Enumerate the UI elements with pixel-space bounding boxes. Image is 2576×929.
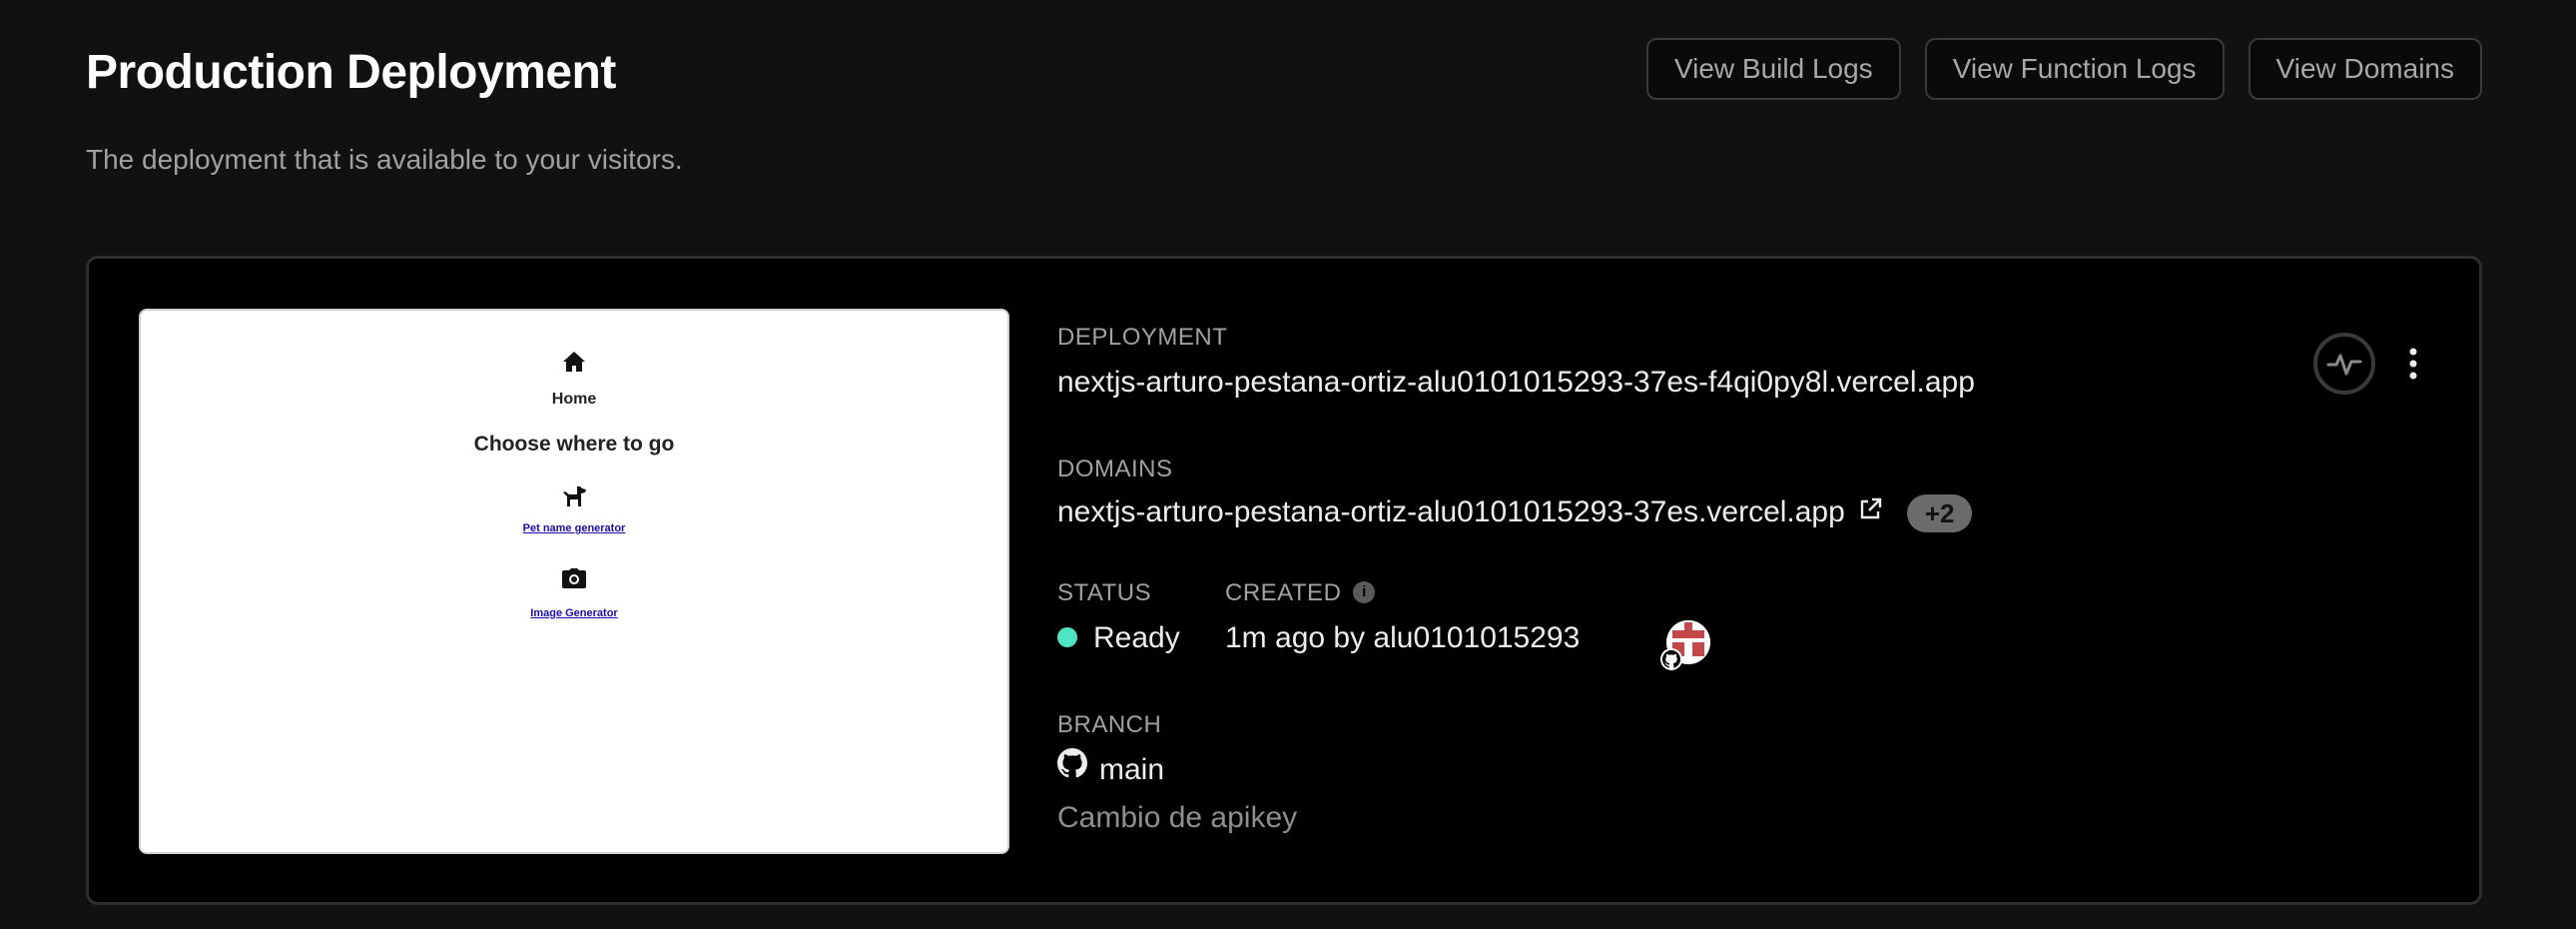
preview-heading: Choose where to go	[473, 433, 675, 456]
header-actions: View Build Logs View Function Logs View …	[1645, 38, 2482, 100]
status-dot	[1057, 627, 1077, 648]
camera-icon	[562, 568, 586, 593]
preview-home-label: Home	[551, 391, 597, 408]
info-icon[interactable]: i	[1353, 580, 1376, 603]
deployment-label: DEPLOYMENT	[1057, 324, 1228, 351]
more-options-icon[interactable]	[2403, 346, 2423, 387]
domains-label: DOMAINS	[1057, 456, 1173, 482]
deployment-info: DEPLOYMENT nextjs-arturo-pestana-ortiz-a…	[1057, 259, 2479, 902]
status-value-row: Ready	[1057, 618, 1180, 658]
commit-message[interactable]: Cambio de apikey	[1057, 798, 1297, 838]
pet-name-generator-link[interactable]: Pet name generator	[141, 522, 1007, 534]
branch-row[interactable]: main	[1057, 747, 1164, 792]
view-domains-button[interactable]: View Domains	[2248, 38, 2482, 100]
view-function-logs-button[interactable]: View Function Logs	[1924, 38, 2225, 100]
branch-label: BRANCH	[1057, 711, 1162, 738]
created-label-row: CREATED i	[1225, 578, 1376, 608]
status-value: Ready	[1093, 621, 1180, 654]
domains-row: nextjs-arturo-pestana-ortiz-alu010101529…	[1057, 492, 1973, 533]
image-generator-link[interactable]: Image Generator	[141, 607, 1007, 619]
domain-url[interactable]: nextjs-arturo-pestana-ortiz-alu010101529…	[1057, 495, 1845, 528]
status-label: STATUS	[1057, 579, 1152, 606]
page-subtitle: The deployment that is available to your…	[86, 144, 683, 175]
dog-icon	[561, 484, 587, 513]
page-title: Production Deployment	[86, 46, 616, 99]
view-build-logs-button[interactable]: View Build Logs	[1645, 38, 1901, 100]
analytics-icon[interactable]	[2312, 332, 2376, 401]
branch-name[interactable]: main	[1099, 753, 1164, 786]
extra-domains-badge[interactable]: +2	[1906, 494, 1973, 533]
external-link-icon[interactable]	[1857, 493, 1883, 533]
created-value: 1m ago by alu0101015293	[1225, 621, 1581, 654]
home-icon	[562, 351, 586, 378]
github-badge-icon	[1660, 648, 1682, 670]
created-label: CREATED	[1225, 579, 1342, 606]
deployment-card: Home Choose where to go Pet name generat…	[86, 256, 2482, 905]
github-icon	[1057, 747, 1088, 789]
deployment-url[interactable]: nextjs-arturo-pestana-ortiz-alu010101529…	[1057, 363, 1975, 403]
deployment-preview[interactable]: Home Choose where to go Pet name generat…	[139, 309, 1009, 854]
